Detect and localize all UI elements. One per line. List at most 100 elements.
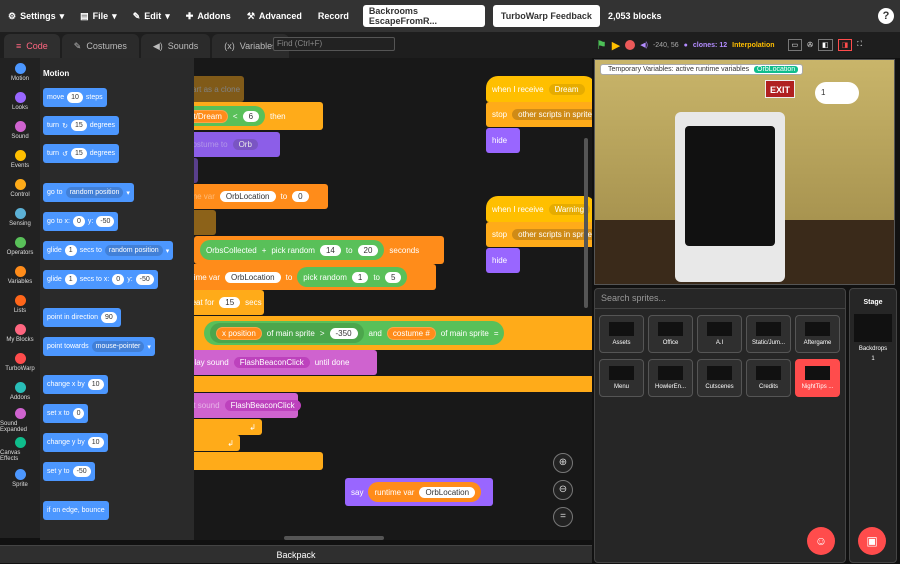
category-canvas-effects[interactable]: Canvas Effects [0,435,40,464]
stop-others-block[interactable]: stop other scripts in sprite [486,222,592,247]
orbs-collected-var[interactable]: OrbsCollected [206,246,257,255]
runtime-var-reporter[interactable]: runtime var OrbLocation [368,482,482,502]
sound-dropdown[interactable]: FlashBeaconClick [224,400,301,411]
category-variables[interactable]: Variables [0,261,40,290]
category-sound[interactable]: Sound [0,116,40,145]
change-x-block[interactable]: change x by 10 [43,375,108,394]
category-sprite[interactable]: Sprite [0,464,40,493]
point-towards-block[interactable]: point towards mouse-pointer ▾ [43,337,155,356]
random-from-input[interactable]: 14 [319,244,341,256]
zoom-reset-icon[interactable]: = [553,507,573,527]
sprite-search-input[interactable]: Search sprites... [595,289,845,309]
sprite-tile[interactable]: Cutscenes [697,359,742,397]
category-looks[interactable]: Looks [0,87,40,116]
category-motion[interactable]: Motion [0,58,40,87]
glide2-x-input[interactable]: 0 [112,274,125,285]
glide-input[interactable]: 1 [64,245,77,256]
threshold-input[interactable]: -350 [329,327,358,339]
feedback-button[interactable]: TurboWarp Feedback [492,5,600,27]
glide2-input[interactable]: 1 [64,274,77,285]
turn-cw-input[interactable]: 15 [70,120,87,131]
orbs-collected-block[interactable]: OrbsCollected + pick random 14 to 20 seconds [194,236,444,264]
sprite-tile[interactable]: Credits [746,359,791,397]
fullscreen-icon[interactable]: ⛶ [857,41,862,49]
less-than-operator[interactable]: Night/Dream <6 [194,106,266,126]
category-sensing[interactable]: Sensing [0,203,40,232]
random-from-input[interactable]: 1 [351,271,369,283]
pick-random-operator[interactable]: pick random 1 to 5 [297,267,408,287]
point-direction-block[interactable]: point in direction 90 [43,308,121,327]
zoom-in-icon[interactable]: ⊕ [553,453,573,473]
if-and-block[interactable]: x position of main sprite > -350 and costume … [194,316,592,350]
set-y-input[interactable]: -50 [72,466,91,477]
start-sound-block[interactable]: start sound FlashBeaconClick [194,393,301,418]
category-addons[interactable]: Addons [0,377,40,406]
set-runtime-var-block[interactable]: set runtime var OrbLocation to 0 [194,184,328,209]
stage-pane[interactable]: Stage Backdrops 1 [849,288,897,563]
gamepad-icon[interactable]: ✇ [807,41,813,49]
stop-icon[interactable] [625,40,636,50]
random-to-input[interactable]: 20 [357,244,379,256]
category-lists[interactable]: Lists [0,290,40,319]
category-control[interactable]: Control [0,174,40,203]
repeat-for-block[interactable]: repeat for 15 secs [194,290,264,315]
glide2-y-input[interactable]: -50 [135,274,154,285]
zero-input[interactable]: 0 [292,191,309,202]
x-position-dropdown[interactable]: x position [216,326,262,340]
glide-xy-block[interactable]: glide 1 secs to x: 0 y: -50 [43,270,158,289]
stop-others-block[interactable]: stop other scripts in sprite [486,102,592,127]
small-stage-icon[interactable]: ◧ [818,39,833,51]
receive-warning-hat[interactable]: when I receive Warning [486,196,592,222]
add-backdrop-icon[interactable]: ▣ [858,527,886,555]
hide-block[interactable]: hide [194,158,198,183]
script-workspace[interactable]: when I start as a clone ifNight/Dream<6t… [194,58,592,540]
turn-cw-block[interactable]: turn ↻ 15 degrees [43,116,120,135]
gotoxy-x-input[interactable]: 0 [72,216,85,227]
stage-thumbnail[interactable] [854,314,892,342]
sprite-tile[interactable]: A.I [697,315,742,353]
goto-dropdown[interactable]: random position [65,187,124,198]
record-button[interactable]: Record [310,0,357,32]
glide-random-block[interactable]: glide 1 secs to random position ▾ [43,241,174,260]
change-y-input[interactable]: 10 [87,437,104,448]
settings-menu[interactable]: ⚙ Settings ▾ [0,0,72,32]
category-sound-expanded[interactable]: Sound Expanded [0,406,40,435]
change-x-input[interactable]: 10 [87,379,104,390]
sprite-tile[interactable]: NightTips ... [795,359,840,397]
set-x-input[interactable]: 0 [72,408,85,419]
help-icon[interactable]: ? [878,8,894,24]
advanced-menu[interactable]: ⚒ Advanced [239,0,310,32]
volume-icon[interactable]: ◀) [640,41,648,49]
set-x-block[interactable]: set x to 0 [43,404,89,423]
tab-costumes[interactable]: ✎ Costumes [61,34,139,58]
goto-block[interactable]: go to random position ▾ [43,183,134,202]
sprite-tile[interactable]: Aftergame [795,315,840,353]
stop-dropdown[interactable]: other scripts in sprite [512,109,592,120]
large-stage-icon[interactable]: ◨ [837,39,853,51]
project-title-input[interactable]: Backrooms EscapeFromR... [362,5,485,27]
change-y-block[interactable]: change y by 10 [43,433,108,452]
direction-input[interactable]: 90 [100,312,117,323]
orb-location-input[interactable]: OrbLocation [225,271,281,283]
sprite-tile[interactable]: Menu [599,359,644,397]
move-input[interactable]: 10 [67,92,83,103]
workspace-vscrollbar[interactable] [584,138,588,308]
tab-code[interactable]: ≡ Code [4,34,60,58]
zoom-out-icon[interactable]: ⊖ [553,480,573,500]
console-icon[interactable]: ▭ [787,39,803,51]
if-block[interactable]: ifNight/Dream<6then [194,102,323,130]
turn-ccw-block[interactable]: turn ↺ 15 degrees [43,144,120,163]
play-sound-block[interactable]: play sound FlashBeaconClick until done [194,350,377,375]
night-dream-variable[interactable]: Night/Dream [194,109,228,123]
addons-menu[interactable]: ✚ Addons [178,0,239,32]
sprite-tile[interactable]: Office [648,315,693,353]
category-turbowarp[interactable]: TurboWarp [0,348,40,377]
glide-dropdown[interactable]: random position [104,245,163,256]
stage-canvas[interactable]: EXIT 1 Temporary Variables: active runti… [594,59,895,285]
orb-location-input[interactable]: OrbLocation [219,191,276,202]
workspace-hscrollbar[interactable] [284,536,384,540]
sound-dropdown[interactable]: FlashBeaconClick [233,357,310,368]
gotoxy-block[interactable]: go to x: 0 y: -50 [43,212,119,231]
stop-dropdown[interactable]: other scripts in sprite [512,229,592,240]
random-to-input[interactable]: 5 [384,271,402,283]
